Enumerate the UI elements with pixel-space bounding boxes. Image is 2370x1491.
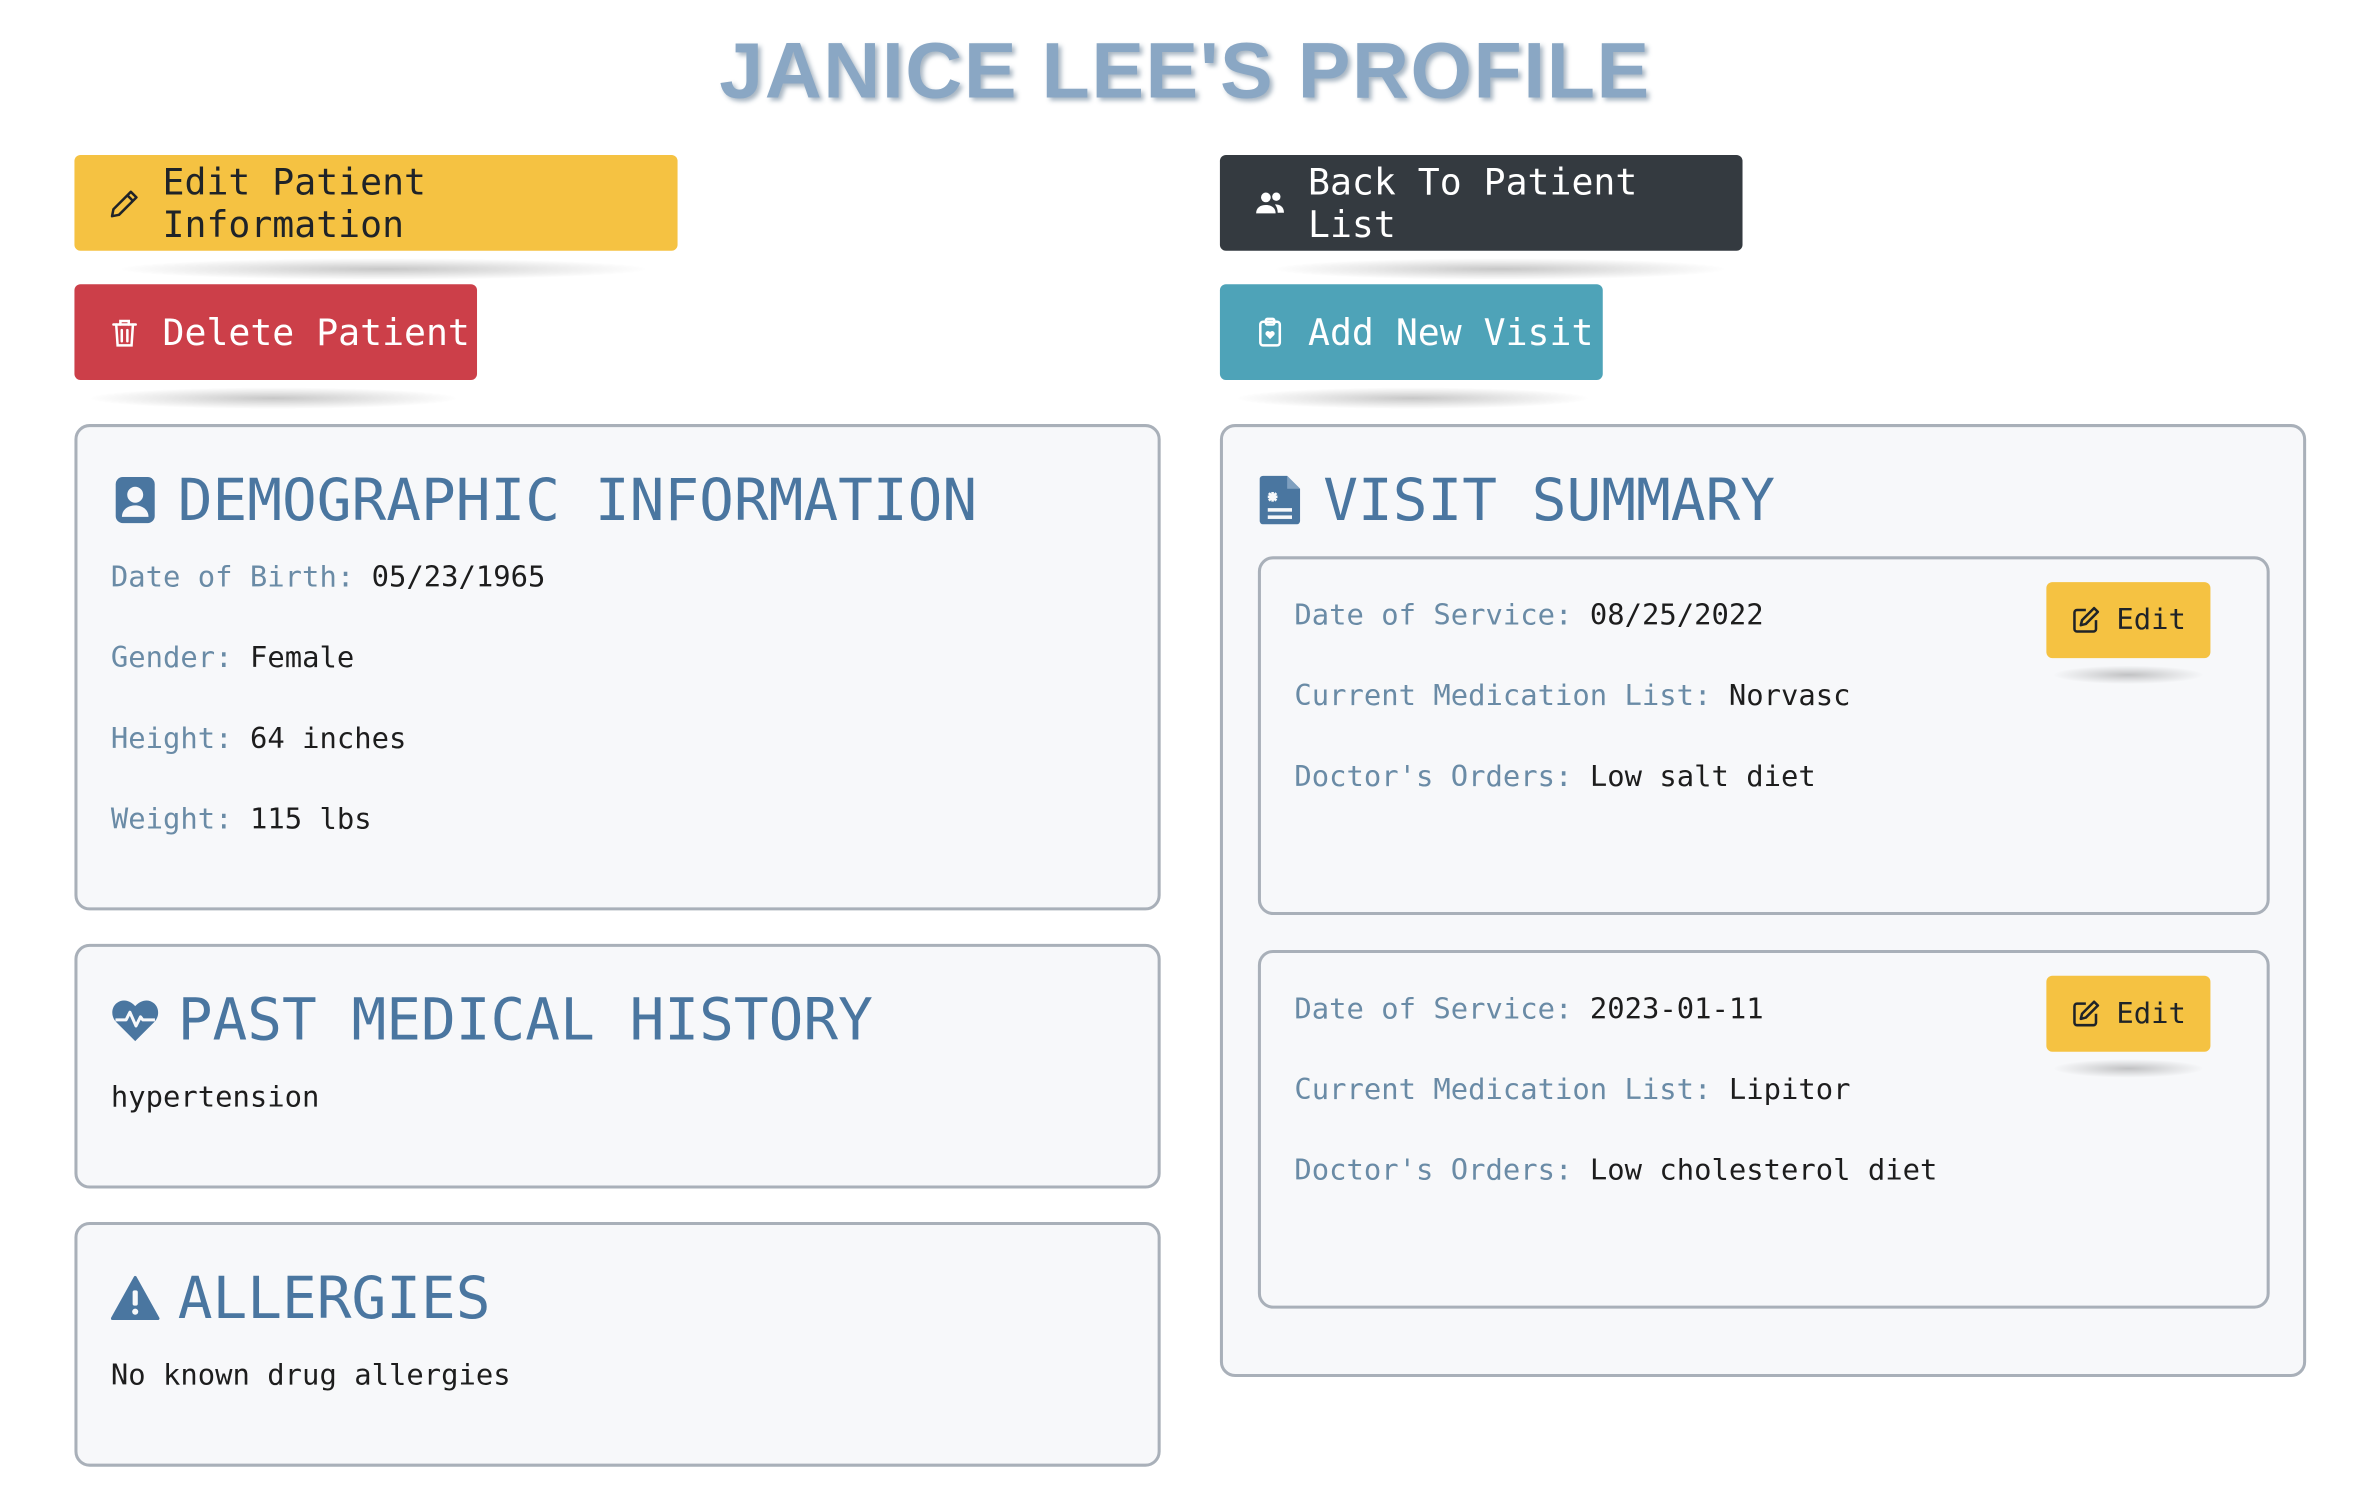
back-to-list-label: Back To Patient List — [1308, 160, 1638, 246]
field-label: Weight: — [110, 802, 233, 836]
delete-patient-button[interactable]: Delete Patient — [74, 284, 478, 380]
heart-pulse-icon — [111, 992, 160, 1047]
field-value: Low salt diet — [1589, 759, 1816, 794]
field-value: Norvasc — [1728, 679, 1851, 713]
date-of-birth-field: Date of Birth: 05/23/1965 — [111, 561, 545, 594]
current-medication-field: Current Medication List: Lipitor — [1294, 1073, 1850, 1106]
medical-file-icon — [1256, 473, 1305, 528]
edit-square-icon — [2073, 1000, 2100, 1027]
warning-triangle-icon — [110, 1271, 160, 1326]
field-value: Low cholesterol diet — [1589, 1153, 1938, 1188]
field-label: Gender: — [110, 641, 233, 675]
field-value: Lipitor — [1728, 1073, 1851, 1107]
field-value: 2023-01-11 — [1589, 992, 1764, 1026]
edit-visit-label: Edit — [2116, 603, 2186, 637]
trash-icon — [108, 315, 141, 348]
edit-visit-button[interactable]: Edit — [2046, 975, 2211, 1052]
demographic-information-title: DEMOGRAPHIC INFORMATION — [177, 466, 978, 534]
field-label: Date of Service: — [1294, 992, 1573, 1026]
people-icon — [1253, 186, 1286, 219]
pencil-icon — [108, 186, 141, 219]
field-label: Current Medication List: — [1294, 1073, 1712, 1107]
button-shadow — [2053, 665, 2203, 684]
past-medical-history-card: PAST MEDICAL HISTORY hypertension — [74, 943, 1161, 1189]
back-to-patient-list-button[interactable]: Back To Patient List — [1219, 155, 1743, 251]
weight-field: Weight: 115 lbs — [111, 803, 372, 836]
add-visit-label: Add New Visit — [1308, 310, 1594, 354]
date-of-service-field: Date of Service: 2023-01-11 — [1294, 992, 1763, 1025]
field-label: Doctor's Orders: — [1294, 759, 1573, 794]
field-value: 08/25/2022 — [1589, 598, 1764, 633]
allergies-card: ALLERGIES No known drug allergies — [74, 1221, 1161, 1467]
visit-entry: Date of Service: 2023-01-11 Current Medi… — [1257, 949, 2270, 1309]
button-shadow — [91, 387, 456, 409]
edit-visit-label: Edit — [2116, 997, 2186, 1031]
profile-page: JANICE LEE'S PROFILE Edit Patient Inform… — [0, 0, 2370, 1491]
edit-patient-button[interactable]: Edit Patient Information — [74, 155, 678, 251]
field-value: 64 inches — [249, 721, 407, 756]
page-title: JANICE LEE'S PROFILE — [719, 27, 1651, 116]
clipboard-heart-icon — [1253, 315, 1286, 348]
field-label: Doctor's Orders: — [1294, 1153, 1573, 1188]
field-value: 05/23/1965 — [371, 560, 546, 595]
past-medical-history-heading: PAST MEDICAL HISTORY — [111, 986, 873, 1053]
field-label: Date of Birth: — [110, 560, 355, 595]
edit-visit-button[interactable]: Edit — [2046, 582, 2211, 659]
doctors-orders-field: Doctor's Orders: Low cholesterol diet — [1294, 1154, 1937, 1187]
add-new-visit-button[interactable]: Add New Visit — [1219, 284, 1603, 380]
allergies-heading: ALLERGIES — [110, 1264, 491, 1332]
field-label: Current Medication List: — [1294, 679, 1712, 713]
date-of-service-field: Date of Service: 08/25/2022 — [1294, 599, 1763, 632]
person-badge-icon — [111, 473, 160, 528]
visit-summary-heading: VISIT SUMMARY — [1256, 466, 1776, 534]
field-label: Date of Service: — [1294, 598, 1573, 633]
field-value: Female — [249, 641, 355, 675]
button-shadow — [121, 258, 646, 280]
edit-patient-label: Edit Patient Information — [162, 160, 426, 246]
gender-field: Gender: Female — [111, 641, 354, 674]
button-shadow — [2053, 1059, 2203, 1078]
delete-patient-label: Delete Patient — [162, 310, 470, 354]
past-medical-history-text: hypertension — [110, 1080, 320, 1115]
demographic-information-card: DEMOGRAPHIC INFORMATION Date of Birth: 0… — [74, 424, 1161, 911]
edit-square-icon — [2073, 606, 2100, 633]
allergies-text: No known drug allergies — [110, 1358, 511, 1393]
height-field: Height: 64 inches — [111, 722, 406, 755]
demographic-information-heading: DEMOGRAPHIC INFORMATION — [111, 466, 978, 534]
allergies-title: ALLERGIES — [177, 1264, 491, 1332]
past-medical-history-title: PAST MEDICAL HISTORY — [177, 986, 873, 1054]
doctors-orders-field: Doctor's Orders: Low salt diet — [1294, 760, 1815, 793]
visit-entry: Date of Service: 08/25/2022 Current Medi… — [1257, 556, 2270, 915]
visit-summary-title: VISIT SUMMARY — [1323, 466, 1776, 534]
button-shadow — [1276, 258, 1725, 280]
visit-summary-card: VISIT SUMMARY Date of Service: 08/25/202… — [1219, 424, 2307, 1378]
current-medication-field: Current Medication List: Norvasc — [1294, 679, 1850, 712]
field-label: Height: — [110, 721, 233, 756]
button-shadow — [1238, 387, 1588, 409]
field-value: 115 lbs — [249, 802, 372, 836]
